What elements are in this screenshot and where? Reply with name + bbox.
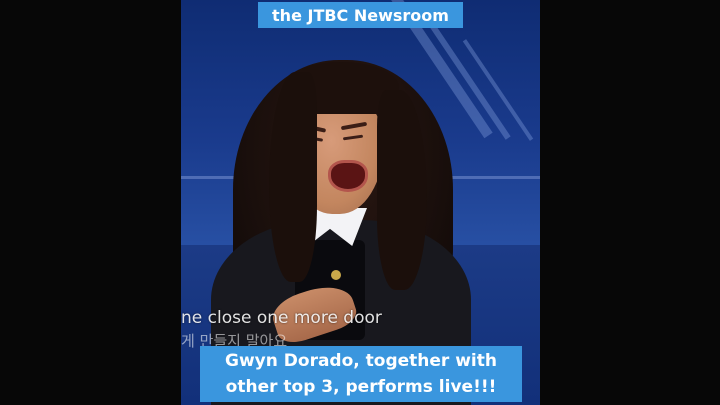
bottom-caption-line-1: Gwyn Dorado, together with bbox=[225, 351, 497, 371]
lyric-subtitle: ne close one more door bbox=[181, 308, 382, 328]
video-frame[interactable]: ne close one more door 게 만들지 말아요 bbox=[181, 0, 540, 405]
singer-brooch bbox=[331, 270, 341, 280]
singer-mouth bbox=[328, 160, 368, 192]
bottom-caption-line-2: other top 3, performs live!!! bbox=[225, 377, 497, 397]
top-caption: the JTBC Newsroom bbox=[258, 2, 463, 28]
bottom-caption: Gwyn Dorado, together with other top 3, … bbox=[200, 346, 522, 402]
background-stripe bbox=[427, 20, 511, 140]
singer-hair-left bbox=[269, 72, 317, 282]
